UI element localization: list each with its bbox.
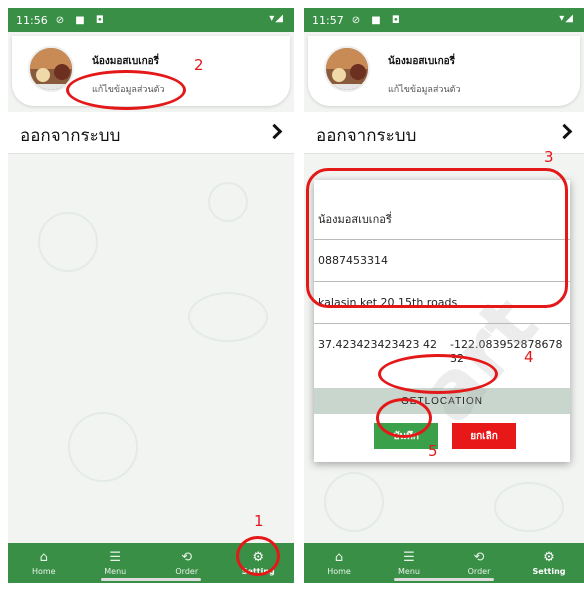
nav-menu[interactable]: ☰ Menu bbox=[80, 543, 152, 583]
annotation-circle-getlocation bbox=[378, 354, 498, 394]
latitude-value: 37.423423423423 42 bbox=[318, 338, 437, 351]
nav-label: Home bbox=[31, 566, 56, 576]
status-bar: 11:56 ⊘ ■ ◘ ▾◢ bbox=[8, 8, 294, 32]
chevron-right-icon bbox=[266, 123, 283, 140]
avatar bbox=[324, 46, 370, 92]
annotation-circle-form-fields bbox=[306, 168, 568, 308]
annotation-circle-setting bbox=[236, 536, 280, 576]
profile-card[interactable]: น้องมอสเบเกอรี่ แก้ไขข้อมูลส่วนตัว bbox=[308, 36, 580, 106]
shop-name: น้องมอสเบเกอรี่ bbox=[92, 56, 160, 67]
edit-profile-link[interactable]: แก้ไขข้อมูลส่วนตัว bbox=[388, 82, 461, 96]
nav-label: Order bbox=[467, 566, 491, 576]
chevron-right-icon bbox=[556, 123, 573, 140]
home-indicator bbox=[101, 578, 201, 581]
nav-home[interactable]: ⌂ Home bbox=[304, 543, 374, 583]
nav-label: Home bbox=[327, 566, 351, 576]
gear-icon: ⚙ bbox=[543, 549, 555, 565]
home-indicator bbox=[394, 578, 494, 581]
nav-home[interactable]: ⌂ Home bbox=[8, 543, 80, 583]
menu-icon: ☰ bbox=[109, 549, 122, 565]
nav-label: Menu bbox=[398, 566, 420, 576]
status-time: 11:56 bbox=[16, 13, 48, 27]
status-bar: 11:57 ⊘ ■ ◘ ▾◢ bbox=[304, 8, 584, 32]
annotation-circle-save bbox=[376, 398, 432, 438]
shop-name: น้องมอสเบเกอรี่ bbox=[388, 56, 456, 67]
nav-label: Menu bbox=[104, 566, 127, 576]
nav-order[interactable]: ⟲ Order bbox=[444, 543, 514, 583]
annotation-number-3: 3 bbox=[544, 148, 554, 166]
annotation-number-4: 4 bbox=[524, 348, 534, 366]
annotation-number-2: 2 bbox=[194, 56, 204, 74]
settings-content: น้องมอสเบเกอรี่ แก้ไขข้อมูลส่วนตัว ออกจา… bbox=[8, 32, 294, 543]
signal-battery-icon: ▾◢ bbox=[269, 13, 284, 24]
logout-row[interactable]: ออกจากระบบ bbox=[8, 112, 294, 154]
annotation-circle-edit-profile bbox=[66, 70, 186, 110]
home-icon: ⌂ bbox=[39, 549, 48, 565]
status-icons: ⊘ ■ ◘ bbox=[351, 14, 404, 26]
nav-setting[interactable]: ⚙ Setting bbox=[514, 543, 584, 583]
menu-icon: ☰ bbox=[403, 549, 415, 565]
nav-menu[interactable]: ☰ Menu bbox=[374, 543, 444, 583]
history-icon: ⟲ bbox=[181, 549, 193, 565]
logout-label: ออกจากระบบ bbox=[20, 126, 121, 146]
home-icon: ⌂ bbox=[334, 549, 344, 565]
annotation-number-1: 1 bbox=[254, 512, 264, 530]
signal-battery-icon: ▾◢ bbox=[559, 13, 574, 24]
annotation-number-5: 5 bbox=[428, 442, 438, 460]
bottom-nav: ⌂ Home ☰ Menu ⟲ Order ⚙ Setting bbox=[304, 543, 584, 583]
nav-order[interactable]: ⟲ Order bbox=[151, 543, 223, 583]
logout-label: ออกจากระบบ bbox=[316, 126, 417, 146]
nav-label: Order bbox=[175, 566, 199, 576]
status-icons: ⊘ ■ ◘ bbox=[55, 14, 108, 26]
history-icon: ⟲ bbox=[473, 549, 485, 565]
status-time: 11:57 bbox=[312, 13, 344, 27]
nav-label: Setting bbox=[532, 566, 566, 576]
logout-row[interactable]: ออกจากระบบ bbox=[304, 112, 584, 154]
